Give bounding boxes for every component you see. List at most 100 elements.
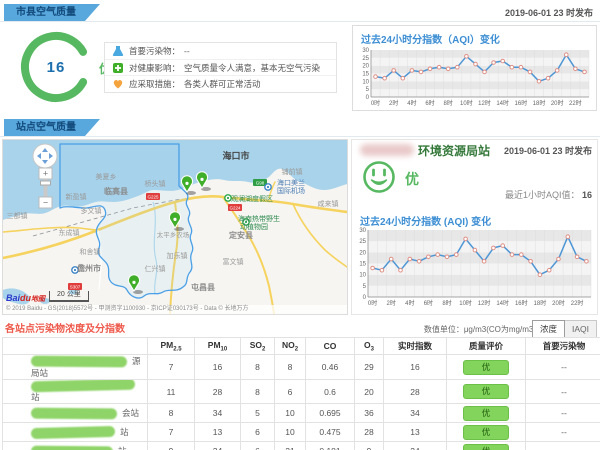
- station-map[interactable]: G98G224G225S307 海口市临高县儋州市定安县屯昌县桥头镇铺前镇美夏乡…: [2, 139, 348, 315]
- column-header: SO2: [241, 338, 275, 355]
- zoom-slider-handle[interactable]: [41, 181, 51, 185]
- value-cell: 8: [241, 380, 275, 404]
- svg-text:15: 15: [359, 262, 366, 268]
- value-cell: 21: [275, 442, 306, 450]
- column-header: [3, 338, 148, 355]
- map-label: 三都镇: [7, 211, 28, 220]
- city-chart-card: 过去24小时分指数（AQI）变化 0510152025300时2时4时6时8时1…: [352, 25, 597, 111]
- svg-text:0时: 0时: [371, 99, 380, 107]
- measures-heart-icon: [112, 78, 124, 90]
- station-name-cell: 会站: [3, 404, 148, 423]
- svg-text:8时: 8时: [444, 99, 453, 107]
- map-label: 东成镇: [59, 228, 80, 237]
- map-pan-control[interactable]: [33, 144, 57, 168]
- svg-text:16时: 16时: [515, 299, 528, 307]
- svg-text:10: 10: [359, 273, 366, 279]
- svg-text:0: 0: [363, 295, 367, 301]
- map-label: 屯昌县: [191, 282, 215, 292]
- map-label: 多文镇: [81, 206, 102, 215]
- svg-text:0时: 0时: [368, 299, 377, 307]
- svg-text:20: 20: [359, 250, 366, 256]
- svg-text:12时: 12时: [478, 99, 491, 107]
- map-label: 观澜湖度假区: [231, 194, 273, 203]
- station-name-redacted: [31, 426, 115, 439]
- map-label: 海口市: [222, 150, 249, 161]
- svg-text:6时: 6时: [425, 99, 434, 107]
- svg-text:4时: 4时: [407, 99, 416, 107]
- station-name-suffix: 会站: [122, 408, 139, 418]
- value-cell: 9: [148, 442, 195, 450]
- station-name-cell: 站: [3, 380, 148, 404]
- map-label: 加乐镇: [167, 251, 188, 260]
- rating-badge: 优: [463, 406, 509, 421]
- value-cell: 5: [241, 404, 275, 423]
- city-aqi-gauge: 16: [18, 29, 94, 105]
- station-panel: 环境资源局站 2019-06-01 23 时发布 优 最近1小时AQI值： 16…: [351, 139, 598, 315]
- svg-text:14时: 14时: [496, 299, 509, 307]
- info-label: 对健康影响：: [129, 62, 180, 74]
- value-cell: 6: [241, 442, 275, 450]
- rating-badge: 优: [463, 425, 509, 440]
- value-cell: 8: [275, 355, 306, 380]
- city-aqi-value: 16: [18, 59, 94, 76]
- road-shield-label: G98: [256, 181, 265, 186]
- zoom-in-icon[interactable]: +: [43, 169, 48, 179]
- station-name-redacted: [31, 407, 117, 419]
- value-cell: 0.181: [306, 442, 355, 450]
- primary-pollutant-cell: --: [526, 423, 600, 442]
- station-publish-time: 2019-06-01 23 时发布: [504, 144, 592, 157]
- station-name-redacted: [31, 445, 113, 450]
- city-chart-title: 过去24小时分指数（AQI）变化: [361, 31, 596, 46]
- info-row: 应采取措施：各类人群可正常活动: [105, 76, 336, 92]
- svg-text:6时: 6时: [424, 299, 433, 307]
- city-info-box: 首要污染物：--对健康影响：空气质量令人满意，基本无空气污染应采取措施：各类人群…: [104, 42, 337, 93]
- svg-text:20时: 20时: [552, 299, 565, 307]
- station-name-redacted: [31, 380, 135, 393]
- zoom-out-icon[interactable]: −: [43, 198, 48, 208]
- unit-toggle-iaqi[interactable]: IAQI: [565, 320, 597, 338]
- svg-text:30: 30: [359, 228, 366, 234]
- rating-cell: 优: [447, 380, 526, 404]
- column-header: 实时指数: [384, 338, 447, 355]
- aqi-line-chart-svg: 0510152025300时2时4时6时8时10时12时14时16时18时20时…: [356, 47, 594, 109]
- map-label: 动植物园: [240, 222, 268, 231]
- svg-text:18时: 18时: [534, 299, 547, 307]
- value-cell: 0.6: [306, 380, 355, 404]
- value-cell: 0.475: [306, 423, 355, 442]
- city-publish-time: 2019-06-01 23 时发布: [505, 6, 593, 19]
- value-cell: 6: [241, 423, 275, 442]
- map-label: 仁兴镇: [145, 264, 166, 273]
- road-shield-label: G224: [229, 206, 241, 211]
- section-divider: [0, 136, 600, 137]
- svg-text:8时: 8时: [442, 299, 451, 307]
- svg-text:30: 30: [362, 48, 369, 54]
- value-cell: 28: [384, 380, 447, 404]
- primary-pollutant-cell: --: [526, 404, 600, 423]
- svg-text:14时: 14时: [496, 99, 509, 107]
- pollutant-flask-icon: [112, 45, 124, 57]
- column-header: CO: [306, 338, 355, 355]
- air-quality-dashboard: 市县空气质量 2019-06-01 23 时发布 16 优 首要污染物：--对健…: [0, 0, 600, 450]
- city-section-title: 市县空气质量: [16, 7, 76, 18]
- unit-toggle-concentration[interactable]: 浓度: [532, 320, 565, 338]
- station-name-cell: 站: [3, 442, 148, 450]
- value-cell: 34: [384, 404, 447, 423]
- primary-pollutant-cell: --: [526, 442, 600, 450]
- svg-text:25: 25: [359, 239, 366, 245]
- map-label: 国际机场: [277, 186, 305, 195]
- rating-cell: 优: [447, 423, 526, 442]
- svg-text:20时: 20时: [551, 99, 564, 107]
- svg-text:20: 20: [362, 64, 369, 70]
- health-cross-icon: [112, 62, 124, 74]
- map-canvas[interactable]: G98G224G225S307 海口市临高县儋州市定安县屯昌县桥头镇铺前镇美夏乡…: [3, 140, 347, 314]
- station-name-redacted: [360, 144, 414, 156]
- latest-aqi-label: 最近1小时AQI值：: [505, 190, 580, 200]
- column-header: PM10: [195, 338, 241, 355]
- aqi-line-chart-svg: 0510152025300时2时4时6时8时10时12时14时16时18时20时…: [353, 227, 596, 309]
- unit-toggle-group: 浓度IAQI: [532, 320, 597, 338]
- station-name-suffix: 站: [118, 446, 127, 450]
- svg-text:10时: 10时: [460, 99, 473, 107]
- map-label: 富文镇: [223, 257, 244, 266]
- map-label: 咸来镇: [318, 199, 339, 208]
- column-header: NO2: [275, 338, 306, 355]
